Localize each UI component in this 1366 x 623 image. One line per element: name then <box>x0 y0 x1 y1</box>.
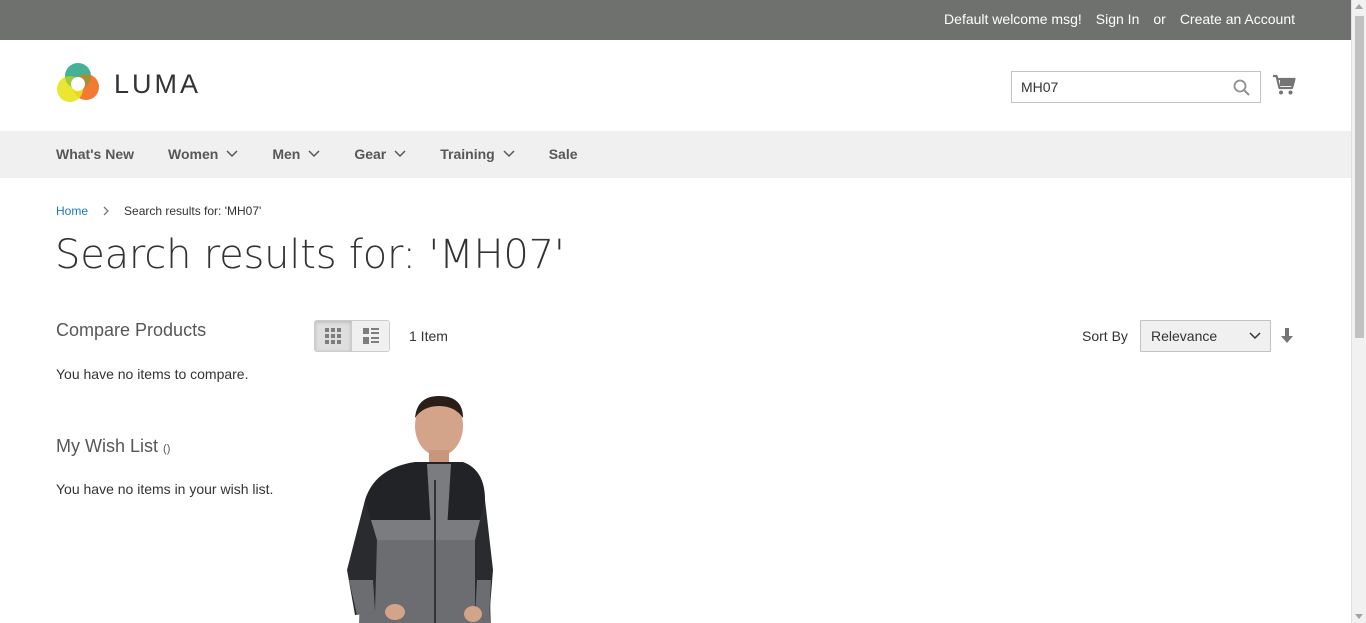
list-view-button[interactable] <box>352 321 389 351</box>
create-account-link[interactable]: Create an Account <box>1180 11 1295 27</box>
search-input[interactable] <box>1012 72 1222 102</box>
or-text: or <box>1153 11 1166 27</box>
sort-by-label: Sort By <box>1082 328 1128 344</box>
nav-item-label: Men <box>272 146 301 162</box>
product-photo-hoodie <box>347 396 493 623</box>
nav-item-gear[interactable]: Gear <box>354 146 406 162</box>
scroll-down-icon[interactable] <box>1355 614 1363 619</box>
nav-item-label: Women <box>168 146 219 162</box>
wishlist-count: () <box>163 443 171 455</box>
wishlist-title: My Wish List () <box>56 436 170 457</box>
chevron-down-icon <box>308 150 320 158</box>
sign-in-link[interactable]: Sign In <box>1096 11 1140 27</box>
grid-view-button[interactable] <box>315 321 352 351</box>
nav-list: What's New Women Men Gear Training Sale <box>56 146 612 162</box>
nav-item-women[interactable]: Women <box>168 146 238 162</box>
chevron-right-icon <box>103 206 109 216</box>
page-title: Search results for: 'MH07' <box>55 232 565 278</box>
breadcrumb-current: Search results for: 'MH07' <box>124 204 262 218</box>
chevron-down-icon <box>503 150 515 158</box>
wishlist-empty-message: You have no items in your wish list. <box>56 481 274 497</box>
breadcrumb-home-link[interactable]: Home <box>56 204 88 218</box>
products-toolbar: 1 Item Sort By Relevance <box>314 320 1295 352</box>
search-box <box>1011 71 1261 103</box>
scrollbar-thumb[interactable] <box>1355 16 1364 338</box>
chevron-down-icon <box>226 150 238 158</box>
compare-empty-message: You have no items to compare. <box>56 366 249 382</box>
product-image[interactable] <box>335 390 495 623</box>
sort-by-value: Relevance <box>1151 328 1218 344</box>
header: LUMA <box>0 40 1351 131</box>
wishlist-title-text: My Wish List <box>56 436 159 456</box>
list-icon <box>362 328 379 344</box>
main-navigation: What's New Women Men Gear Training Sale <box>0 131 1351 178</box>
nav-item-training[interactable]: Training <box>440 146 515 162</box>
scroll-up-icon[interactable] <box>1355 4 1363 9</box>
welcome-message: Default welcome msg! <box>944 11 1082 27</box>
view-modes <box>314 320 390 352</box>
chevron-down-icon <box>1249 332 1261 340</box>
minicart[interactable] <box>1272 74 1296 101</box>
compare-title-text: Compare Products <box>56 320 207 340</box>
arrow-down-icon[interactable] <box>1281 328 1293 344</box>
sort-by-select[interactable]: Relevance <box>1140 320 1271 352</box>
nav-item-what-s-new[interactable]: What's New <box>56 146 134 162</box>
toolbar-amount: 1 Item <box>409 328 448 344</box>
search-icon[interactable] <box>1233 79 1250 96</box>
chevron-down-icon <box>394 150 406 158</box>
compare-products-title: Compare Products <box>56 320 206 341</box>
breadcrumb: Home Search results for: 'MH07' <box>56 204 261 218</box>
nav-item-label: Sale <box>548 146 578 162</box>
page-scrollbar[interactable] <box>1351 0 1366 623</box>
grid-icon <box>325 328 341 344</box>
luma-logo-icon <box>57 63 99 102</box>
nav-item-sale[interactable]: Sale <box>549 146 578 162</box>
nav-item-label: Gear <box>354 146 387 162</box>
nav-item-men[interactable]: Men <box>272 146 320 162</box>
header-links: Default welcome msg! Sign In or Create a… <box>944 11 1295 27</box>
logo[interactable]: LUMA <box>56 62 201 106</box>
nav-item-label: What's New <box>56 146 135 162</box>
nav-item-label: Training <box>440 146 495 162</box>
cart-icon[interactable] <box>1272 74 1296 96</box>
top-bar: Default welcome msg! Sign In or Create a… <box>0 0 1351 40</box>
logo-text: LUMA <box>114 68 202 99</box>
